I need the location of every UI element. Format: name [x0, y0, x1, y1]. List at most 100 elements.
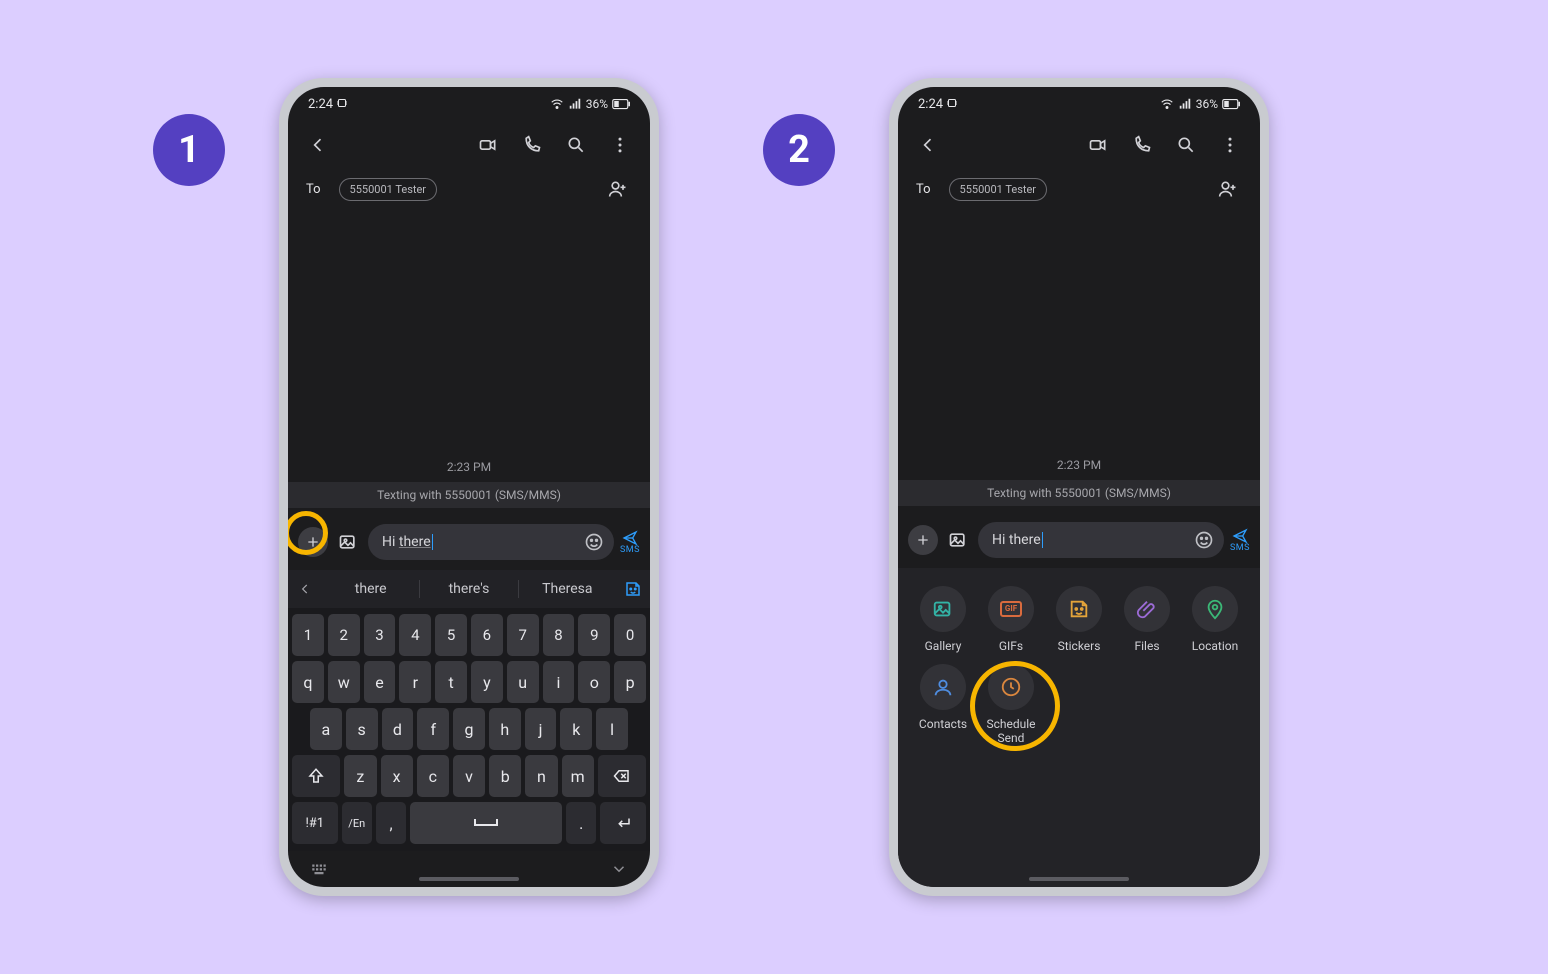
back-button[interactable]: [910, 127, 946, 163]
emoji-icon[interactable]: [1194, 530, 1214, 550]
collapse-keyboard-icon[interactable]: [610, 860, 628, 878]
key-a[interactable]: a: [310, 708, 342, 750]
key-s[interactable]: s: [346, 708, 378, 750]
key-b[interactable]: b: [489, 755, 521, 797]
key-w[interactable]: w: [328, 661, 360, 703]
attachment-location[interactable]: Location: [1184, 586, 1246, 654]
call-button[interactable]: [514, 127, 550, 163]
sticker-suggest-button[interactable]: [616, 580, 650, 598]
suggestion-3[interactable]: Theresa: [519, 581, 616, 597]
suggestion-back[interactable]: [288, 582, 322, 596]
key-language[interactable]: /En: [342, 802, 372, 844]
key-p[interactable]: p: [614, 661, 646, 703]
key-4[interactable]: 4: [399, 614, 431, 656]
key-5[interactable]: 5: [435, 614, 467, 656]
attach-button[interactable]: [298, 527, 328, 557]
add-recipient-button[interactable]: [1214, 175, 1242, 203]
video-call-button[interactable]: [1080, 127, 1116, 163]
key-enter[interactable]: [600, 802, 646, 844]
home-indicator[interactable]: [419, 877, 519, 881]
message-input[interactable]: Hi there: [978, 522, 1224, 558]
key-j[interactable]: j: [525, 708, 557, 750]
conversation-area: 2:23 PM Texting with 5550001 (SMS/MMS): [288, 215, 650, 514]
key-0[interactable]: 0: [614, 614, 646, 656]
home-indicator[interactable]: [1029, 877, 1129, 881]
recipient-chip[interactable]: 5550001 Tester: [339, 178, 438, 201]
add-recipient-button[interactable]: [604, 175, 632, 203]
step-1: 1 2:24 36%: [279, 78, 659, 896]
attach-button[interactable]: [908, 525, 938, 555]
battery-percent: 36%: [1196, 97, 1218, 111]
back-button[interactable]: [300, 127, 336, 163]
attachment-stickers[interactable]: Stickers: [1048, 586, 1110, 654]
key-2[interactable]: 2: [328, 614, 360, 656]
recipient-row: To 5550001 Tester: [898, 169, 1260, 215]
location-pin-icon: [1204, 598, 1226, 620]
key-shift[interactable]: [292, 755, 340, 797]
key-y[interactable]: y: [471, 661, 503, 703]
conversation-banner: Texting with 5550001 (SMS/MMS): [898, 480, 1260, 506]
recipient-chip[interactable]: 5550001 Tester: [949, 178, 1048, 201]
key-m[interactable]: m: [562, 755, 594, 797]
more-button[interactable]: [602, 127, 638, 163]
key-t[interactable]: t: [435, 661, 467, 703]
send-label: SMS: [1230, 544, 1250, 553]
keyboard-mode-icon[interactable]: [310, 860, 328, 878]
attachment-files[interactable]: Files: [1116, 586, 1178, 654]
key-k[interactable]: k: [560, 708, 592, 750]
status-time: 2:24: [918, 97, 958, 112]
key-backspace[interactable]: [598, 755, 646, 797]
key-7[interactable]: 7: [507, 614, 539, 656]
search-button[interactable]: [558, 127, 594, 163]
send-button[interactable]: SMS: [620, 530, 640, 555]
kb-row-z: z x c v b n m: [292, 755, 646, 797]
key-o[interactable]: o: [578, 661, 610, 703]
attachment-schedule-send[interactable]: Schedule Send: [980, 664, 1042, 746]
attachment-contacts[interactable]: Contacts: [912, 664, 974, 746]
nav-row: [288, 851, 650, 887]
key-6[interactable]: 6: [471, 614, 503, 656]
key-9[interactable]: 9: [578, 614, 610, 656]
gallery-quick-button[interactable]: [944, 526, 972, 554]
key-3[interactable]: 3: [364, 614, 396, 656]
key-symbols[interactable]: !#1: [292, 802, 338, 844]
gallery-quick-button[interactable]: [334, 528, 362, 556]
compose-row: Hi there SMS: [898, 512, 1260, 568]
key-h[interactable]: h: [489, 708, 521, 750]
key-g[interactable]: g: [453, 708, 485, 750]
key-period[interactable]: .: [566, 802, 596, 844]
message-input[interactable]: Hi there: [368, 524, 614, 560]
key-r[interactable]: r: [399, 661, 431, 703]
key-q[interactable]: q: [292, 661, 324, 703]
key-d[interactable]: d: [382, 708, 414, 750]
key-space[interactable]: [410, 802, 562, 844]
key-x[interactable]: x: [381, 755, 413, 797]
call-button[interactable]: [1124, 127, 1160, 163]
attachment-gallery[interactable]: Gallery: [912, 586, 974, 654]
key-u[interactable]: u: [507, 661, 539, 703]
suggestion-1[interactable]: there: [322, 581, 419, 597]
more-button[interactable]: [1212, 127, 1248, 163]
search-button[interactable]: [1168, 127, 1204, 163]
suggestion-2[interactable]: there's: [420, 581, 517, 597]
key-8[interactable]: 8: [543, 614, 575, 656]
status-right: 36%: [550, 97, 630, 111]
key-e[interactable]: e: [364, 661, 396, 703]
key-i[interactable]: i: [543, 661, 575, 703]
conversation-area: 2:23 PM Texting with 5550001 (SMS/MMS): [898, 215, 1260, 512]
key-comma[interactable]: ,: [376, 802, 406, 844]
key-v[interactable]: v: [453, 755, 485, 797]
keyboard: 1 2 3 4 5 6 7 8 9 0 q w e r t y: [288, 608, 650, 851]
key-l[interactable]: l: [596, 708, 628, 750]
key-c[interactable]: c: [417, 755, 449, 797]
attachment-gifs[interactable]: GIF GIFs: [980, 586, 1042, 654]
key-n[interactable]: n: [525, 755, 557, 797]
key-1[interactable]: 1: [292, 614, 324, 656]
battery-icon: [1222, 98, 1240, 110]
emoji-icon[interactable]: [584, 532, 604, 552]
plus-icon: [915, 532, 931, 548]
video-call-button[interactable]: [470, 127, 506, 163]
key-z[interactable]: z: [344, 755, 376, 797]
key-f[interactable]: f: [417, 708, 449, 750]
send-button[interactable]: SMS: [1230, 528, 1250, 553]
